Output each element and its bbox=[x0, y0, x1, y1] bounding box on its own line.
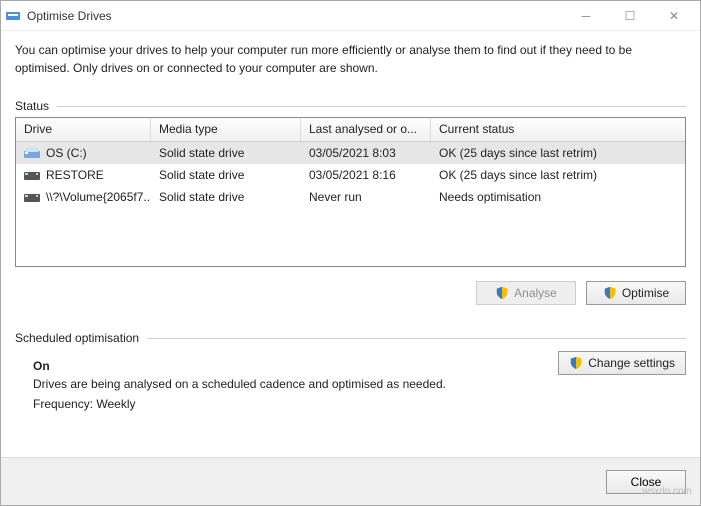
change-settings-label: Change settings bbox=[588, 356, 675, 370]
current-status-cell: OK (25 days since last retrim) bbox=[431, 166, 685, 184]
change-settings-button[interactable]: Change settings bbox=[558, 351, 686, 375]
title-bar: Optimise Drives ─ ☐ ✕ bbox=[1, 1, 700, 31]
table-row[interactable]: RESTORE Solid state drive03/05/2021 8:16O… bbox=[16, 164, 685, 186]
media-type-cell: Solid state drive bbox=[151, 144, 301, 162]
drive-name-cell: \\?\Volume{2065f7... bbox=[16, 188, 151, 206]
col-status[interactable]: Current status bbox=[431, 118, 685, 141]
drive-name: RESTORE bbox=[46, 168, 104, 182]
close-label: Close bbox=[631, 475, 662, 489]
current-status-cell: Needs optimisation bbox=[431, 188, 685, 206]
app-icon bbox=[5, 8, 21, 24]
footer: Close bbox=[1, 457, 700, 505]
window-title: Optimise Drives bbox=[27, 9, 564, 23]
minimize-button[interactable]: ─ bbox=[564, 2, 608, 30]
drive-icon bbox=[24, 147, 40, 159]
close-dialog-button[interactable]: Close bbox=[606, 470, 686, 494]
shield-icon bbox=[569, 356, 583, 370]
schedule-text: Drives are being analysed on a scheduled… bbox=[33, 377, 686, 391]
optimise-button[interactable]: Optimise bbox=[586, 281, 686, 305]
optimise-label: Optimise bbox=[622, 286, 669, 300]
analyse-label: Analyse bbox=[514, 286, 557, 300]
media-type-cell: Solid state drive bbox=[151, 166, 301, 184]
col-last[interactable]: Last analysed or o... bbox=[301, 118, 431, 141]
last-analysed-cell: 03/05/2021 8:16 bbox=[301, 166, 431, 184]
last-analysed-cell: 03/05/2021 8:03 bbox=[301, 144, 431, 162]
schedule-frequency: Frequency: Weekly bbox=[33, 397, 686, 411]
status-label-text: Status bbox=[15, 99, 49, 113]
analyse-button: Analyse bbox=[476, 281, 576, 305]
drives-list: Drive Media type Last analysed or o... C… bbox=[15, 117, 686, 267]
current-status-cell: OK (25 days since last retrim) bbox=[431, 144, 685, 162]
status-section-label: Status bbox=[15, 99, 686, 113]
drive-name-cell: OS (C:) bbox=[16, 144, 151, 162]
drives-header: Drive Media type Last analysed or o... C… bbox=[16, 118, 685, 142]
drive-icon bbox=[24, 169, 40, 181]
drive-icon bbox=[24, 191, 40, 203]
maximize-button[interactable]: ☐ bbox=[608, 2, 652, 30]
drive-name: \\?\Volume{2065f7... bbox=[46, 190, 151, 204]
intro-text: You can optimise your drives to help you… bbox=[15, 41, 686, 77]
close-button[interactable]: ✕ bbox=[652, 2, 696, 30]
media-type-cell: Solid state drive bbox=[151, 188, 301, 206]
table-row[interactable]: \\?\Volume{2065f7...Solid state driveNev… bbox=[16, 186, 685, 208]
last-analysed-cell: Never run bbox=[301, 188, 431, 206]
shield-icon bbox=[495, 286, 509, 300]
drive-name-cell: RESTORE bbox=[16, 166, 151, 184]
divider bbox=[57, 106, 686, 107]
table-row[interactable]: OS (C:) Solid state drive03/05/2021 8:03O… bbox=[16, 142, 685, 164]
col-media[interactable]: Media type bbox=[151, 118, 301, 141]
drive-name: OS (C:) bbox=[46, 146, 87, 160]
schedule-section-label: Scheduled optimisation bbox=[15, 331, 686, 345]
divider bbox=[147, 338, 686, 339]
col-drive[interactable]: Drive bbox=[16, 118, 151, 141]
schedule-label-text: Scheduled optimisation bbox=[15, 331, 139, 345]
shield-icon bbox=[603, 286, 617, 300]
